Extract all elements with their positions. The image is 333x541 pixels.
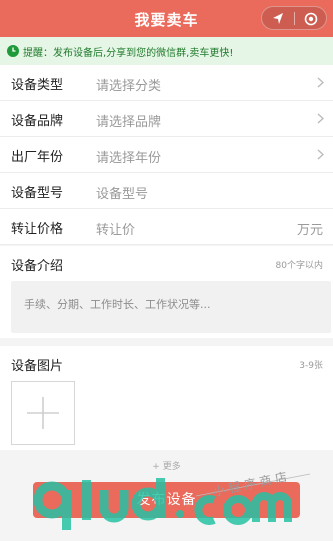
close-target-icon[interactable] <box>304 11 318 30</box>
description-placeholder: 手续、分期、工作时长、工作状况等... <box>24 298 211 311</box>
transfer-price-field[interactable]: 转让价格 转让价 万元 <box>0 209 333 245</box>
capsule-divider <box>294 12 295 25</box>
plus-icon <box>27 397 59 429</box>
add-photo-button[interactable] <box>11 381 75 445</box>
equipment-type-select[interactable]: 请选择分类 <box>96 75 161 94</box>
photo-count-hint: 3-9张 <box>299 361 323 371</box>
field-label: 设备类型 <box>11 78 64 93</box>
reminder-banner: 提醒：发布设备后,分享到您的微信群,卖车更快! <box>0 37 333 65</box>
equipment-type-field[interactable]: 设备类型 请选择分类 <box>0 65 333 101</box>
transfer-price-input[interactable]: 转让价 <box>96 219 135 238</box>
manufacture-year-select[interactable]: 请选择年份 <box>96 147 161 166</box>
chevron-right-icon <box>317 113 324 124</box>
chevron-right-icon <box>317 77 324 88</box>
chevron-right-icon <box>317 149 324 160</box>
price-unit: 万元 <box>296 223 323 238</box>
clock-icon <box>7 45 19 57</box>
equipment-photos-section: 设备图片 3-9张 <box>0 338 333 450</box>
equipment-model-input[interactable]: 设备型号 <box>96 183 148 202</box>
equipment-model-field[interactable]: 设备型号 设备型号 <box>0 173 333 209</box>
equipment-form: 设备类型 请选择分类 设备品牌 请选择品牌 出厂年份 请选择年份 设备型号 设备… <box>0 65 333 245</box>
manufacture-year-field[interactable]: 出厂年份 请选择年份 <box>0 137 333 173</box>
equipment-brand-select[interactable]: 请选择品牌 <box>96 111 161 130</box>
char-limit-hint: 80个字以内 <box>275 261 323 271</box>
section-label: 设备介绍 <box>11 259 64 274</box>
equipment-brand-field[interactable]: 设备品牌 请选择品牌 <box>0 101 333 137</box>
field-label: 出厂年份 <box>11 150 64 165</box>
top-nav-bar: 我要卖车 <box>0 0 333 37</box>
reminder-text: 提醒：发布设备后,分享到您的微信群,卖车更快! <box>23 47 234 59</box>
equipment-description-section: 设备介绍 80个字以内 手续、分期、工作时长、工作状况等... <box>0 246 333 338</box>
field-label: 转让价格 <box>11 222 64 237</box>
description-textarea[interactable]: 手续、分期、工作时长、工作状况等... <box>11 281 331 333</box>
mini-program-capsule[interactable] <box>261 6 327 30</box>
section-label: 设备图片 <box>11 359 64 374</box>
more-options-link[interactable]: + 更多 <box>0 459 333 472</box>
navigation-arrow-icon[interactable] <box>271 11 285 30</box>
publish-equipment-button[interactable]: 发布设备 <box>33 482 300 518</box>
field-label: 设备型号 <box>11 186 64 201</box>
field-label: 设备品牌 <box>11 114 64 129</box>
